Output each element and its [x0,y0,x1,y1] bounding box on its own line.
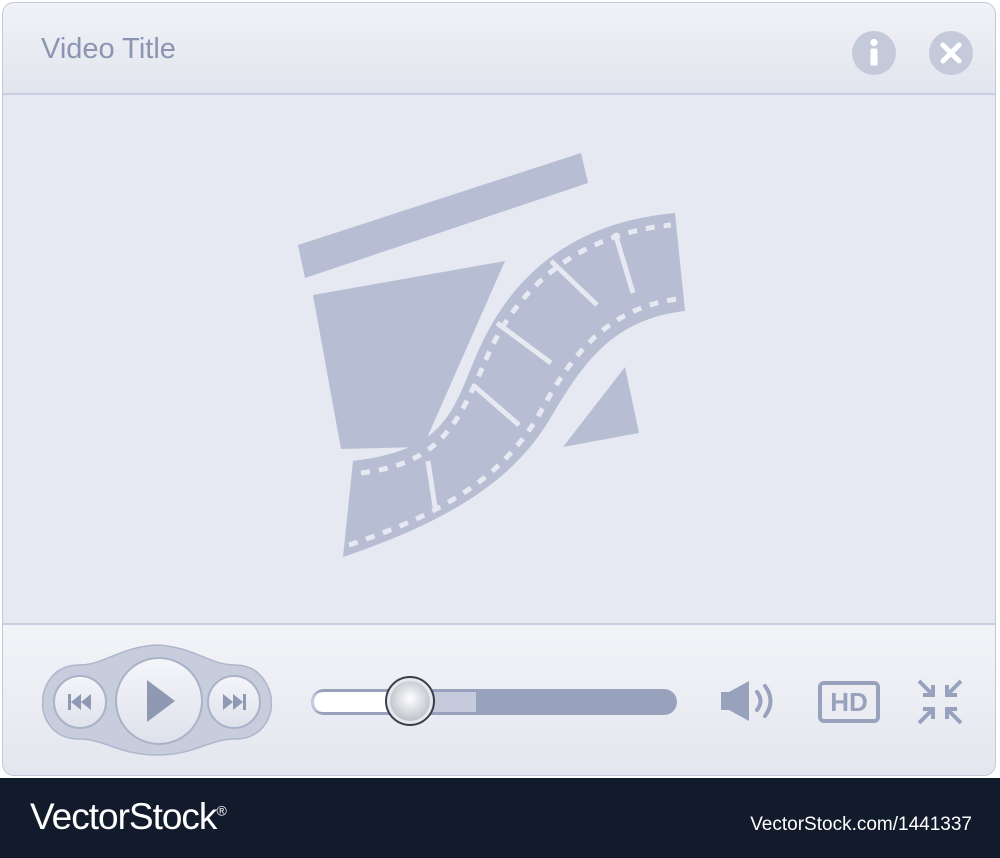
exit-fullscreen-icon[interactable] [915,677,965,727]
transport-controls [41,639,273,757]
title-bar: Video Title [3,3,995,95]
video-player: Video Title HD [2,2,996,776]
video-viewport[interactable] [3,95,995,623]
control-bar: HD [3,623,995,775]
info-icon [870,38,878,66]
close-icon [940,42,962,64]
seek-thumb[interactable] [384,676,435,726]
next-button[interactable] [207,675,261,729]
seek-slider[interactable] [311,676,677,726]
play-icon [147,680,175,722]
video-title: Video Title [41,33,176,65]
hd-label: HD [830,687,868,717]
clapperboard-film-icon [298,153,685,557]
skip-forward-icon [223,694,246,710]
stock-id: VectorStock.com/1441337 [750,814,972,835]
volume-icon[interactable] [719,679,779,723]
info-button[interactable] [852,31,896,75]
brand-logo: VectorStock® [30,796,227,838]
hd-button[interactable]: HD [818,681,880,723]
watermark-footer: VectorStock® VectorStock.com/1441337 [0,778,1000,858]
previous-button[interactable] [53,675,107,729]
skip-back-icon [68,694,91,710]
registered-mark: ® [216,802,227,819]
brand-name: VectorStock [30,796,217,837]
close-button[interactable] [929,31,973,75]
play-button[interactable] [115,657,203,745]
